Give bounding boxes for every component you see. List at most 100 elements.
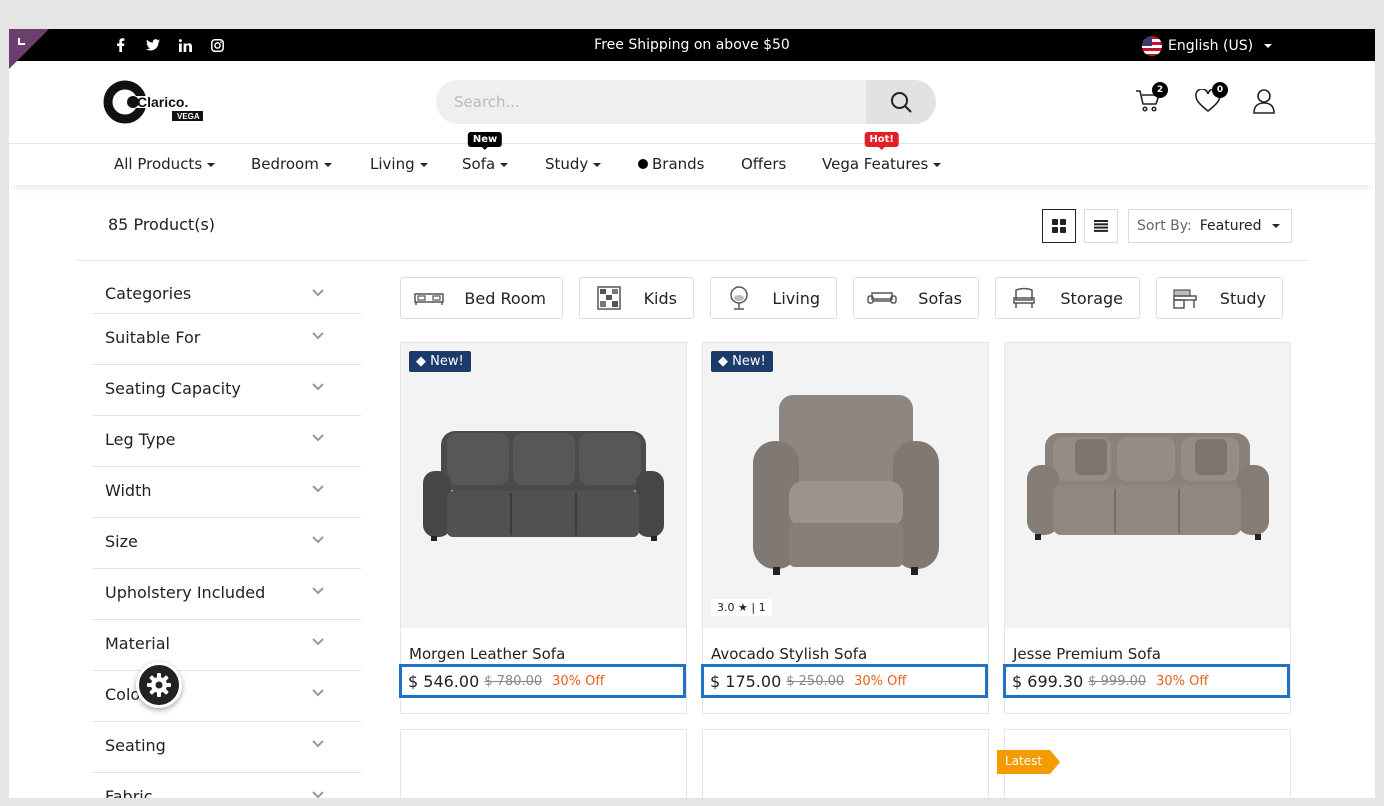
chevron-down-icon [500,162,509,167]
filter-seating[interactable]: Seating [93,722,361,773]
category-label: Storage [1060,288,1123,308]
chevron-down-icon [323,162,332,167]
category-label: Kids [643,288,677,308]
product-card[interactable] [400,729,687,798]
filter-size[interactable]: Size [93,518,361,569]
nav-brands[interactable]: Brands [638,155,705,173]
category-label: Living [772,288,820,308]
filter-width[interactable]: Width [93,467,361,518]
price-box: $ 175.00 $ 250.00 30% Off [701,664,988,698]
chair-icon [730,286,748,310]
chevron-down-icon [312,740,324,748]
tag-icon: ◆ [416,354,431,369]
nav-living[interactable]: Living [370,155,428,173]
chevron-down-icon [312,289,324,297]
filter-categories[interactable]: Categories [93,270,361,314]
old-price: $ 250.00 [786,673,845,689]
tag-icon: ◆ [718,354,733,369]
grid-view-button[interactable] [1042,209,1076,243]
chevron-down-icon [312,587,324,595]
settings-button[interactable] [136,662,182,708]
account-button[interactable] [1250,87,1278,115]
product-image[interactable]: ◆ New! 3.0 ★ | 1 [703,343,988,628]
filter-material[interactable]: Material [93,620,361,671]
chevron-down-icon [419,162,428,167]
armchair-image [753,395,939,575]
top-bar: Free Shipping on above $50 English (US) [9,29,1375,61]
nav-offers[interactable]: Offers [741,155,786,173]
nav-all-products[interactable]: All Products [114,155,216,173]
nav-bedroom[interactable]: Bedroom [251,155,332,173]
gear-icon [147,673,171,697]
sort-value: Featured [1199,218,1262,234]
filter-fabric[interactable]: Fabric [93,773,361,798]
category-chip-storage[interactable]: Storage [995,277,1140,319]
chevron-down-icon [1264,44,1273,48]
category-label: Bed Room [464,288,546,308]
logo-text: Clarico. [137,94,188,110]
old-price: $ 780.00 [484,673,543,689]
chevron-down-icon [312,638,324,646]
filter-suitable-for[interactable]: Suitable For [93,314,361,365]
product-card[interactable]: ◆ New! 3.0 ★ | 1 Avocado Stylish Sofa $ … [701,342,989,714]
hot-badge: Hot! [864,132,899,150]
product-image[interactable] [1005,343,1290,628]
cart-button[interactable]: 2 [1134,82,1168,115]
chevron-down-icon [312,332,324,340]
page: Free Shipping on above $50 English (US) … [9,29,1375,798]
category-chip-bed-room[interactable]: Bed Room [400,277,563,319]
language-selector[interactable]: English (US) [1142,36,1273,56]
grid-icon [1052,219,1066,233]
category-label: Study [1219,288,1266,308]
sofa-icon [867,292,897,304]
nav-vega-features[interactable]: Hot! Vega Features [822,132,942,173]
search-button[interactable] [866,80,936,124]
chevron-down-icon [312,485,324,493]
category-chip-kids[interactable]: Kids [579,277,694,319]
nav-study[interactable]: Study [545,155,602,173]
bed-icon [414,293,444,305]
category-label: Sofas [918,288,962,308]
filter-upholstery-included[interactable]: Upholstery Included [93,569,361,620]
price: $ 175.00 [710,671,782,691]
rating-badge: 3.0 ★ | 1 [711,599,772,616]
sort-dropdown[interactable]: Sort By: Featured [1128,209,1292,243]
chevron-down-icon [312,434,324,442]
list-icon [1094,220,1108,232]
corner-ribbon-icon[interactable] [9,29,49,69]
sort-label: Sort By: [1137,218,1192,234]
wishlist-button[interactable]: 0 [1194,82,1228,115]
chevron-down-icon [312,383,324,391]
wishlist-count: 0 [1212,82,1228,98]
star-icon: ★ [738,601,748,614]
filter-leg-type[interactable]: Leg Type [93,416,361,467]
chevron-down-icon [312,536,324,544]
category-chip-sofas[interactable]: Sofas [853,277,979,319]
product-name[interactable]: Avocado Stylish Sofa [711,645,867,663]
product-card[interactable]: ◆ New! Morgen Leather Sofa $ 546.00 $ 78… [399,342,687,714]
discount: 30% Off [552,673,605,689]
price: $ 699.30 [1012,671,1084,691]
search-input[interactable] [436,80,866,124]
product-card[interactable] [702,729,989,798]
product-name[interactable]: Jesse Premium Sofa [1013,645,1161,663]
search-icon [891,92,912,113]
new-tag: ◆ New! [409,351,471,372]
product-count: 85 Product(s) [108,215,216,234]
logo[interactable]: Clarico. VEGA [103,79,215,129]
main-nav: All Products Bedroom Living New Sofa Stu… [9,132,1375,185]
dot-icon [638,159,648,169]
new-tag: ◆ New! [711,351,773,372]
search-bar [436,80,936,124]
nav-sofa[interactable]: New Sofa [462,132,509,173]
product-card[interactable]: Jesse Premium Sofa $ 699.30 $ 999.00 30%… [1003,342,1291,714]
filter-seating-capacity[interactable]: Seating Capacity [93,365,361,416]
old-price: $ 999.00 [1088,673,1147,689]
product-image[interactable]: ◆ New! [401,343,686,628]
filter-color[interactable]: Color [93,671,361,722]
chevron-down-icon [312,791,324,798]
list-view-button[interactable] [1084,209,1118,243]
category-chip-living[interactable]: Living [710,277,837,319]
product-name[interactable]: Morgen Leather Sofa [409,645,565,663]
category-chip-study[interactable]: Study [1156,277,1283,319]
